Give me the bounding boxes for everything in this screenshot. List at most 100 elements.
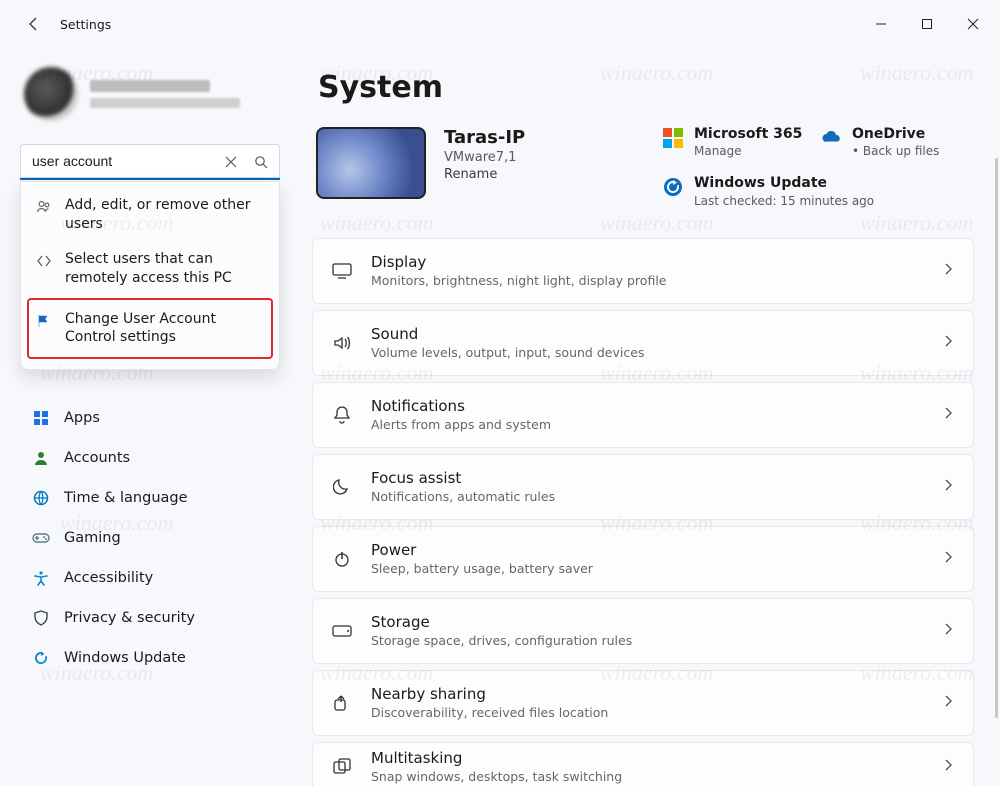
row-subtitle: Monitors, brightness, night light, displ… bbox=[371, 273, 923, 288]
chevron-right-icon bbox=[941, 550, 955, 568]
desktop-thumbnail[interactable] bbox=[316, 127, 426, 199]
onedrive-link[interactable]: OneDrive• Back up files bbox=[820, 127, 970, 158]
sidebar-item-label: Accounts bbox=[64, 450, 130, 466]
settings-row-nearby-sharing[interactable]: Nearby sharing Discoverability, received … bbox=[312, 670, 974, 736]
person-icon bbox=[32, 449, 50, 467]
settings-row-storage[interactable]: Storage Storage space, drives, configurat… bbox=[312, 598, 974, 664]
row-title: Power bbox=[371, 541, 923, 559]
pc-name: Taras-IP bbox=[444, 127, 525, 148]
close-button[interactable] bbox=[950, 8, 996, 40]
row-title: Focus assist bbox=[371, 469, 923, 487]
bell-icon bbox=[331, 404, 353, 426]
flag-icon bbox=[35, 312, 53, 330]
minimize-button[interactable] bbox=[858, 8, 904, 40]
shield-icon bbox=[32, 609, 50, 627]
settings-row-power[interactable]: Power Sleep, battery usage, battery saver bbox=[312, 526, 974, 592]
sidebar-item-time-language[interactable]: Time & language bbox=[20, 478, 292, 518]
share-icon bbox=[331, 692, 353, 714]
user-name-blurred bbox=[90, 80, 240, 108]
chevron-right-icon bbox=[941, 406, 955, 424]
sidebar-item-gaming[interactable]: Gaming bbox=[20, 518, 292, 558]
clear-search-button[interactable] bbox=[218, 149, 244, 175]
sidebar: Add, edit, or remove other users Select u… bbox=[0, 48, 300, 786]
chevron-right-icon bbox=[941, 478, 955, 496]
chevron-left-right-icon bbox=[35, 252, 53, 270]
display-icon bbox=[331, 260, 353, 282]
row-subtitle: Notifications, automatic rules bbox=[371, 489, 923, 504]
row-subtitle: Alerts from apps and system bbox=[371, 417, 923, 432]
settings-row-sound[interactable]: Sound Volume levels, output, input, sound… bbox=[312, 310, 974, 376]
row-title: Multitasking bbox=[371, 749, 923, 767]
row-title: Notifications bbox=[371, 397, 923, 415]
avatar bbox=[24, 67, 78, 121]
multitask-icon bbox=[331, 756, 353, 778]
main-content: System Taras-IP VMware7,1 Rename Microso… bbox=[300, 48, 1000, 786]
chevron-right-icon bbox=[941, 334, 955, 352]
sidebar-item-privacy[interactable]: Privacy & security bbox=[20, 598, 292, 638]
row-title: Nearby sharing bbox=[371, 685, 923, 703]
sidebar-item-label: Accessibility bbox=[64, 570, 153, 586]
sidebar-item-accessibility[interactable]: Accessibility bbox=[20, 558, 292, 598]
sidebar-item-label: Privacy & security bbox=[64, 610, 195, 626]
rename-link[interactable]: Rename bbox=[444, 167, 525, 182]
pc-model: VMware7,1 bbox=[444, 150, 525, 165]
sidebar-item-label: Windows Update bbox=[64, 650, 186, 666]
user-header[interactable] bbox=[24, 62, 292, 126]
microsoft-365-icon bbox=[662, 127, 684, 149]
system-header: Taras-IP VMware7,1 Rename Microsoft 365M… bbox=[316, 127, 970, 208]
search-result-label: Add, edit, or remove other users bbox=[65, 196, 265, 234]
microsoft-365-link[interactable]: Microsoft 365Manage bbox=[662, 127, 812, 158]
sidebar-item-label: Gaming bbox=[64, 530, 121, 546]
apps-icon bbox=[32, 409, 50, 427]
window-controls bbox=[858, 8, 996, 40]
titlebar: Settings bbox=[0, 0, 1000, 48]
chevron-right-icon bbox=[941, 758, 955, 776]
row-title: Display bbox=[371, 253, 923, 271]
search-result-label: Select users that can remotely access th… bbox=[65, 250, 265, 288]
row-subtitle: Storage space, drives, configuration rul… bbox=[371, 633, 923, 648]
gamepad-icon bbox=[32, 529, 50, 547]
search-result-remote-users[interactable]: Select users that can remotely access th… bbox=[21, 242, 279, 296]
row-subtitle: Sleep, battery usage, battery saver bbox=[371, 561, 923, 576]
settings-row-notifications[interactable]: Notifications Alerts from apps and system bbox=[312, 382, 974, 448]
scrollbar[interactable] bbox=[995, 158, 998, 718]
page-title: System bbox=[318, 70, 974, 105]
users-icon bbox=[35, 198, 53, 216]
power-icon bbox=[331, 548, 353, 570]
row-subtitle: Discoverability, received files location bbox=[371, 705, 923, 720]
globe-icon bbox=[32, 489, 50, 507]
settings-row-multitasking[interactable]: Multitasking Snap windows, desktops, task… bbox=[312, 742, 974, 786]
sidebar-item-label: Apps bbox=[64, 410, 100, 426]
row-title: Sound bbox=[371, 325, 923, 343]
settings-list: Display Monitors, brightness, night light… bbox=[312, 238, 974, 786]
settings-row-focus-assist[interactable]: Focus assist Notifications, automatic rul… bbox=[312, 454, 974, 520]
update-icon bbox=[662, 176, 684, 198]
sidebar-item-windows-update[interactable]: Windows Update bbox=[20, 638, 292, 678]
search-result-uac-settings[interactable]: Change User Account Control settings bbox=[27, 298, 273, 360]
windows-update-link[interactable]: Windows UpdateLast checked: 15 minutes a… bbox=[662, 176, 970, 207]
window-title: Settings bbox=[60, 17, 111, 32]
row-title: Storage bbox=[371, 613, 923, 631]
storage-icon bbox=[331, 620, 353, 642]
search-icon[interactable] bbox=[248, 149, 274, 175]
sidebar-item-apps[interactable]: Apps bbox=[20, 398, 292, 438]
maximize-button[interactable] bbox=[904, 8, 950, 40]
sound-icon bbox=[331, 332, 353, 354]
moon-icon bbox=[331, 476, 353, 498]
accessibility-icon bbox=[32, 569, 50, 587]
search-results-dropdown: Add, edit, or remove other users Select u… bbox=[20, 181, 280, 370]
row-subtitle: Snap windows, desktops, task switching bbox=[371, 769, 923, 784]
chevron-right-icon bbox=[941, 262, 955, 280]
sidebar-item-accounts[interactable]: Accounts bbox=[20, 438, 292, 478]
back-button[interactable] bbox=[16, 6, 52, 42]
search-result-label: Change User Account Control settings bbox=[65, 310, 265, 348]
settings-row-display[interactable]: Display Monitors, brightness, night light… bbox=[312, 238, 974, 304]
chevron-right-icon bbox=[941, 694, 955, 712]
chevron-right-icon bbox=[941, 622, 955, 640]
update-icon bbox=[32, 649, 50, 667]
search-result-add-edit-remove-users[interactable]: Add, edit, or remove other users bbox=[21, 188, 279, 242]
sidebar-nav: Apps Accounts Time & language Gaming Accessi… bbox=[20, 398, 292, 678]
row-subtitle: Volume levels, output, input, sound devi… bbox=[371, 345, 923, 360]
onedrive-icon bbox=[820, 127, 842, 149]
sidebar-item-label: Time & language bbox=[64, 490, 188, 506]
